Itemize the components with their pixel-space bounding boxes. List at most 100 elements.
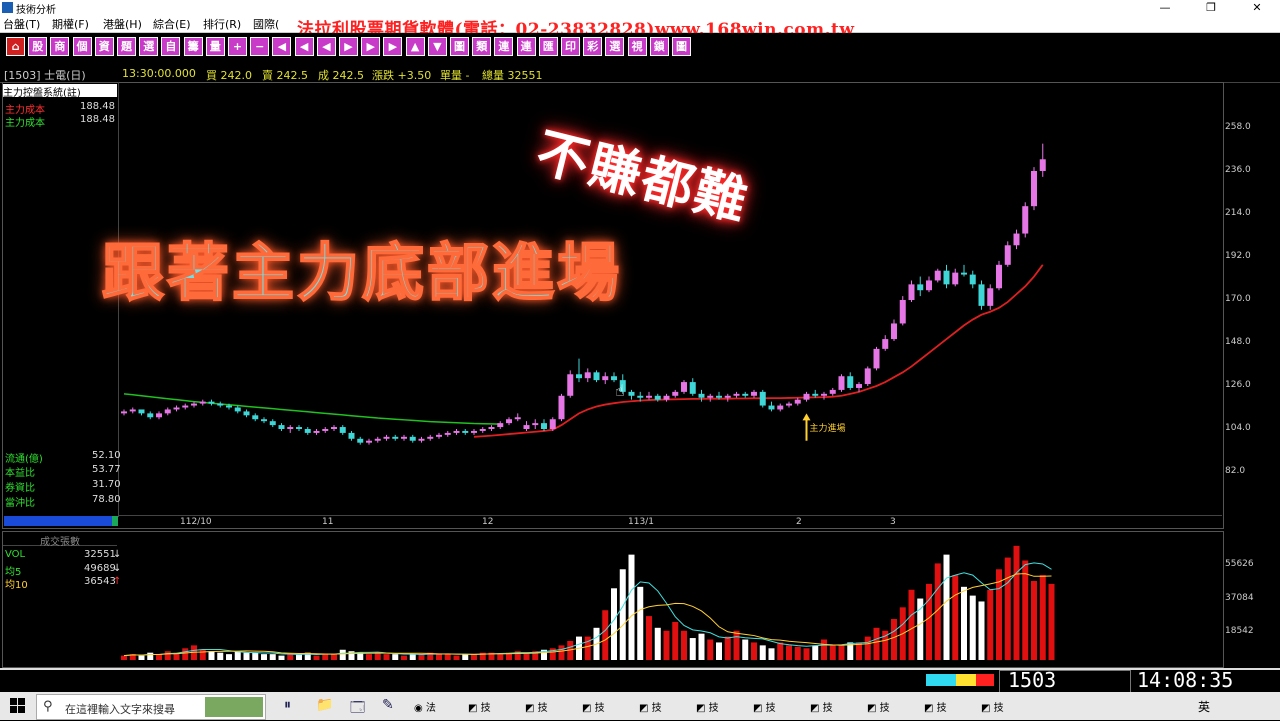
taskbar-app-tech-analysis[interactable]: ◩ 技	[924, 699, 947, 721]
volume-bar	[978, 601, 985, 660]
toolbar-button-17[interactable]: ▶	[383, 37, 403, 56]
taskbar-app-tech-analysis[interactable]: ◩ 技	[867, 699, 890, 721]
candle-body	[689, 382, 696, 394]
volume-bar	[698, 633, 705, 660]
taskbar-app-tech-analysis[interactable]: ◩ 技	[582, 699, 605, 721]
candle-body	[199, 401, 206, 404]
candle-body	[742, 393, 749, 396]
volume-bar	[926, 583, 932, 660]
price-tick: 82.0	[1225, 466, 1246, 476]
chart-scrollbar[interactable]	[4, 516, 117, 526]
pinned-app-icon-0[interactable]: ⏸	[284, 697, 291, 713]
toolbar-button-14[interactable]: ◀	[316, 37, 336, 56]
candle-body	[401, 436, 407, 439]
candle-body	[479, 429, 486, 431]
toolbar-button-10[interactable]: +	[228, 37, 247, 56]
minimize-button[interactable]: —	[1142, 0, 1188, 15]
clock-display: 14:08:35	[1137, 668, 1234, 692]
toolbar-button-5[interactable]: 題	[117, 37, 136, 56]
toolbar-button-28[interactable]: 視	[627, 37, 647, 56]
toolbar-button-30[interactable]: 圖	[672, 37, 691, 56]
pinned-app-icon-1[interactable]: 📁	[316, 697, 333, 713]
taskbar-app-tech-analysis[interactable]: ◩ 技	[753, 699, 776, 721]
quote-single-volume: 單量 -	[440, 69, 470, 82]
menu-international[interactable]: 國際(	[253, 16, 279, 32]
toolbar-button-26[interactable]: 彩	[583, 37, 603, 56]
candle-body	[969, 274, 976, 285]
candle-body	[786, 403, 792, 406]
volume-tick: 55626	[1225, 559, 1254, 569]
toolbar-button-8[interactable]: 籌	[183, 37, 203, 56]
indicator-title[interactable]: 主力控盤系統(註)	[3, 84, 117, 99]
candle-body	[1013, 233, 1020, 246]
quote-total-volume: 總量 32551	[482, 69, 543, 82]
candle-body	[129, 409, 136, 412]
toolbar-button-13[interactable]: ◀	[294, 37, 314, 56]
candle-body	[856, 384, 862, 388]
candle-body	[436, 434, 442, 437]
menu-ranking[interactable]: 排行(R)	[203, 16, 241, 32]
stat-short-margin-label: 券資比	[5, 483, 35, 494]
toolbar-button-22[interactable]: 連	[494, 37, 514, 56]
toolbar-button-7[interactable]: 自	[161, 37, 181, 56]
candle-body	[847, 376, 854, 388]
candle-body	[523, 425, 530, 429]
pinned-app-icon-3[interactable]: ✎	[382, 697, 394, 713]
menu-composite[interactable]: 綜合(E)	[153, 16, 191, 32]
toolbar-button-0[interactable]: ⌂	[6, 37, 25, 56]
toolbar-button-15[interactable]: ▶	[339, 37, 358, 56]
toolbar-button-9[interactable]: 量	[205, 37, 225, 56]
taskbar-app-tech-analysis[interactable]: ◩ 技	[810, 699, 833, 721]
candle-body	[462, 430, 469, 433]
taskbar-app-tech-analysis[interactable]: ◩ 技	[696, 699, 719, 721]
toolbar-button-3[interactable]: 個	[72, 37, 92, 56]
taskbar-search-box[interactable]: ⚲ 在這裡輸入文字來搜尋	[36, 694, 266, 720]
volume-bar	[829, 645, 836, 660]
toolbar-button-6[interactable]: 選	[139, 37, 159, 56]
taskbar-app-browser[interactable]: ◉ 法	[414, 699, 436, 721]
toolbar-button-2[interactable]: 商	[50, 37, 70, 56]
toolbar-button-29[interactable]: 鎖	[649, 37, 669, 56]
candle-body	[121, 411, 127, 414]
toolbar-button-21[interactable]: 類	[472, 37, 492, 56]
taskbar-app-tech-analysis[interactable]: ◩ 技	[525, 699, 548, 721]
windows-start-icon[interactable]	[10, 698, 26, 714]
price-tick: 104.0	[1225, 423, 1251, 433]
volume-bar	[943, 554, 950, 660]
taskbar-app-tech-analysis[interactable]: ◩ 技	[468, 699, 491, 721]
ime-indicator[interactable]: 英	[1198, 698, 1210, 715]
hand-cursor-icon: ☝	[615, 381, 625, 400]
candle-body	[532, 423, 539, 426]
toolbar-button-4[interactable]: 資	[94, 37, 114, 56]
toolbar-button-1[interactable]: 股	[28, 37, 48, 56]
price-tick: 258.0	[1225, 122, 1251, 132]
volume-bar	[436, 654, 442, 660]
toolbar-button-11[interactable]: −	[250, 37, 270, 56]
menu-hongkong[interactable]: 港盤(H)	[103, 16, 142, 32]
toolbar-button-27[interactable]: 選	[605, 37, 625, 56]
toolbar-button-12[interactable]: ◀	[272, 37, 292, 56]
taskbar-app-tech-analysis[interactable]: ◩ 技	[639, 699, 662, 721]
candle-body	[269, 421, 276, 426]
volume-bar	[418, 654, 425, 660]
candle-body	[313, 430, 320, 433]
volume-bar	[392, 654, 399, 660]
volume-bar	[471, 654, 477, 660]
candle-body	[234, 407, 241, 412]
toolbar-button-23[interactable]: 連	[516, 37, 536, 56]
menu-taiwan[interactable]: 台盤(T)	[3, 16, 40, 32]
toolbar-button-19[interactable]: ▼	[427, 37, 447, 56]
stock-code-input[interactable]: 1503	[1008, 668, 1056, 692]
toolbar-button-25[interactable]: 印	[561, 37, 580, 56]
close-button[interactable]: ✕	[1234, 0, 1280, 15]
menu-futures[interactable]: 期權(F)	[52, 16, 89, 32]
pinned-app-icon-2[interactable]: 🗔	[350, 697, 365, 721]
quote-info-bar: [1503] 士電(日) 13:30:00.000 買 242.0 賣 242.…	[0, 66, 1280, 83]
toolbar-button-16[interactable]: ▶	[361, 37, 381, 56]
taskbar-app-tech-analysis[interactable]: ◩ 技	[981, 699, 1004, 721]
maximize-button[interactable]: ❐	[1188, 0, 1234, 15]
toolbar-button-20[interactable]: 圖	[450, 37, 469, 56]
volume-chart	[121, 545, 1055, 660]
toolbar-button-24[interactable]: 匯	[538, 37, 558, 56]
toolbar-button-18[interactable]: ▲	[405, 37, 425, 56]
